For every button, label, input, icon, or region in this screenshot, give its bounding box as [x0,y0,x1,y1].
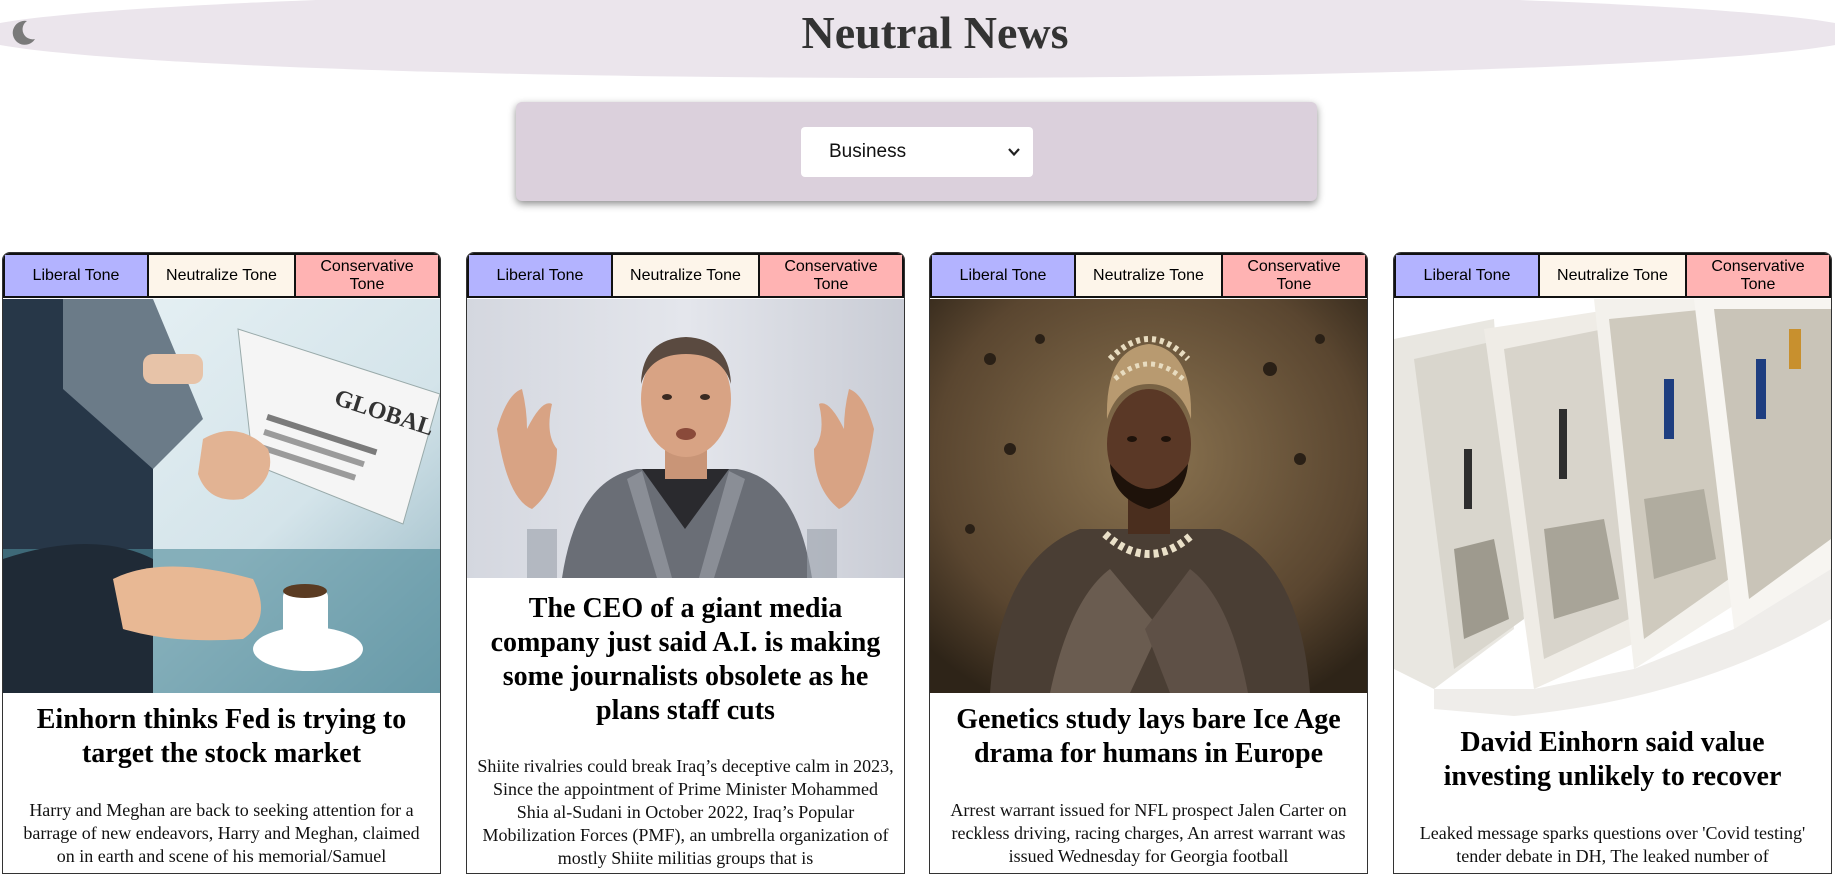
article-title[interactable]: Einhorn thinks Fed is trying to target t… [13,703,430,771]
tone-bar: Liberal Tone Neutralize Tone Conservativ… [930,253,1367,298]
article-image [930,299,1367,693]
article-summary: Arrest warrant issued for NFL prospect J… [950,800,1347,866]
article-title[interactable]: The CEO of a giant media company just sa… [477,592,894,728]
article-summary: Harry and Meghan are back to seeking att… [23,800,420,866]
conservative-tone-button[interactable]: Conservative Tone [295,253,440,298]
conservative-tone-button[interactable]: Conservative Tone [1222,253,1367,298]
article-summary: Leaked message sparks questions over 'Co… [1419,823,1806,866]
neutralize-tone-button[interactable]: Neutralize Tone [1075,253,1222,298]
liberal-tone-button[interactable]: Liberal Tone [1394,253,1539,298]
neutralize-tone-button[interactable]: Neutralize Tone [148,253,295,298]
article-card: Liberal Tone Neutralize Tone Conservativ… [2,252,441,874]
article-card: Liberal Tone Neutralize Tone Conservativ… [1393,252,1832,874]
article-card: Liberal Tone Neutralize Tone Conservativ… [466,252,905,874]
liberal-tone-button[interactable]: Liberal Tone [3,253,148,298]
neutralize-tone-button[interactable]: Neutralize Tone [612,253,759,298]
liberal-tone-button[interactable]: Liberal Tone [930,253,1075,298]
tone-bar: Liberal Tone Neutralize Tone Conservativ… [3,253,440,298]
article-image [467,299,904,578]
conservative-tone-button[interactable]: Conservative Tone [759,253,904,298]
article-image [1394,299,1831,716]
site-title: Neutral News [801,7,1069,58]
conservative-tone-button[interactable]: Conservative Tone [1686,253,1831,298]
article-card: Liberal Tone Neutralize Tone Conservativ… [929,252,1368,874]
chevron-down-icon [1008,148,1020,157]
neutralize-tone-button[interactable]: Neutralize Tone [1539,253,1686,298]
tone-bar: Liberal Tone Neutralize Tone Conservativ… [467,253,904,298]
article-image: GLOBAL [3,299,440,693]
article-title[interactable]: David Einhorn said value investing unlik… [1404,726,1821,794]
category-select[interactable]: Business [801,127,1033,177]
liberal-tone-button[interactable]: Liberal Tone [467,253,612,298]
filter-panel: Business [516,102,1317,201]
tone-bar: Liberal Tone Neutralize Tone Conservativ… [1394,253,1831,298]
article-title[interactable]: Genetics study lays bare Ice Age drama f… [940,703,1357,771]
category-select-value: Business [829,141,907,162]
